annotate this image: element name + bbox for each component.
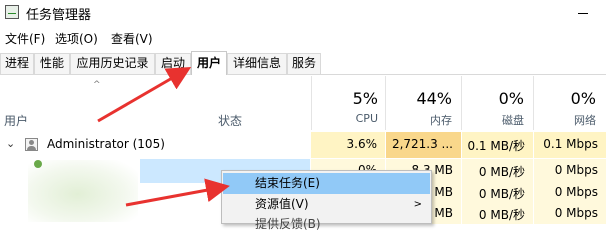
menu-options[interactable]: 选项(O) xyxy=(55,30,98,47)
title-bar: 任务管理器 xyxy=(0,0,606,26)
memory-label[interactable]: 内存 xyxy=(386,112,452,128)
menu-file[interactable]: 文件(F) xyxy=(5,30,45,47)
network-value: 0 Mbps xyxy=(554,206,598,220)
minimize-button[interactable] xyxy=(566,4,602,22)
tab-app-history[interactable]: 应用历史记录 xyxy=(70,53,155,74)
disk-value: 0.1 MB/秒 xyxy=(467,139,525,153)
sort-up-icon: ^ xyxy=(93,80,101,90)
disk-value: 0 MB/秒 xyxy=(478,165,525,179)
tab-startup[interactable]: 启动 xyxy=(155,53,191,74)
menu-view[interactable]: 查看(V) xyxy=(111,30,153,47)
tab-processes[interactable]: 进程 xyxy=(0,53,34,74)
column-user[interactable]: 用户 xyxy=(4,112,28,129)
disk-cell: 0 MB/秒 xyxy=(462,183,533,203)
user-icon xyxy=(25,138,38,151)
feedback-menu-item[interactable]: 提供反馈(B) xyxy=(255,215,321,232)
task-manager-icon xyxy=(5,5,19,19)
resource-values-label: 资源值(V) xyxy=(255,197,309,211)
tab-details[interactable]: 详细信息 xyxy=(227,53,287,74)
tab-performance[interactable]: 性能 xyxy=(34,53,70,74)
tab-services[interactable]: 服务 xyxy=(287,53,321,74)
disk-value: 0 MB/秒 xyxy=(478,187,525,201)
network-cell: 0 Mbps xyxy=(534,159,606,183)
user-row-administrator[interactable]: ⌄ Administrator (105) 3.6% 2,721.3 ... 0… xyxy=(0,132,606,158)
disk-value: 0 MB/秒 xyxy=(478,208,525,222)
memory-total[interactable]: 44% xyxy=(386,89,452,108)
context-menu: 结束任务(E) 资源值(V) > 提供反馈(B) xyxy=(221,170,432,231)
chevron-down-icon[interactable]: ⌄ xyxy=(6,137,15,150)
menu-bar: 文件(F) 选项(O) 查看(V) xyxy=(0,28,606,48)
network-cell: 0 Mbps xyxy=(534,203,606,224)
network-value: 0 Mbps xyxy=(554,185,598,199)
end-task-label: 结束任务(E) xyxy=(255,176,320,190)
window-title: 任务管理器 xyxy=(26,8,92,23)
memory-value: MB xyxy=(434,206,453,220)
network-total[interactable]: 0% xyxy=(534,89,596,108)
disk-label[interactable]: 磁盘 xyxy=(462,112,524,128)
resource-values-menu-item[interactable]: 资源值(V) > xyxy=(223,194,430,215)
memory-cell: 2,721.3 ... xyxy=(386,132,461,158)
tab-bar: 进程 性能 应用历史记录 启动 用户 详细信息 服务 xyxy=(0,51,606,75)
column-status[interactable]: 状态 xyxy=(218,112,242,129)
cpu-total[interactable]: 5% xyxy=(312,89,378,108)
user-name: Administrator (105) xyxy=(47,137,165,151)
network-value: 0.1 Mbps xyxy=(543,137,598,151)
network-value: 0 Mbps xyxy=(554,163,598,177)
disk-cell: 0 MB/秒 xyxy=(462,159,533,183)
end-task-menu-item[interactable]: 结束任务(E) xyxy=(223,173,430,194)
cpu-label[interactable]: CPU xyxy=(312,112,378,125)
column-header: ^ 用户 状态 5% CPU 44% 内存 0% 磁盘 0% 网络 xyxy=(0,76,606,130)
disk-cell: 0.1 MB/秒 xyxy=(462,132,533,158)
submenu-arrow-icon: > xyxy=(413,199,422,210)
memory-value: 2,721.3 ... xyxy=(391,137,453,151)
cpu-cell: 3.6% xyxy=(311,132,385,158)
disk-cell: 0 MB/秒 xyxy=(462,203,533,224)
memory-value: MB xyxy=(434,185,453,199)
cpu-value: 3.6% xyxy=(346,137,378,151)
network-label[interactable]: 网络 xyxy=(534,112,596,128)
network-cell: 0 Mbps xyxy=(534,183,606,203)
network-cell: 0.1 Mbps xyxy=(534,132,606,158)
disk-total[interactable]: 0% xyxy=(462,89,524,108)
tab-users[interactable]: 用户 xyxy=(191,51,227,75)
